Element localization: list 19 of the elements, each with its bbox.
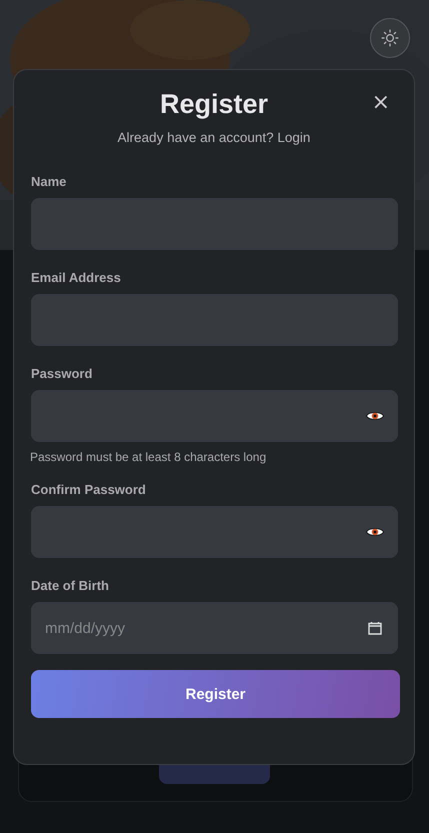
date-placeholder: mm/dd/yyyy — [45, 620, 126, 636]
input-field[interactable] — [31, 198, 398, 250]
input-field[interactable] — [31, 390, 398, 442]
close-button[interactable]: × — [372, 92, 390, 114]
field-label: Confirm Password — [31, 482, 147, 497]
eye-icon[interactable] — [366, 526, 384, 538]
eye-icon[interactable] — [366, 410, 384, 422]
password-hint: Password must be at least 8 characters long — [30, 450, 268, 464]
field-label: Password — [31, 366, 94, 381]
field-label: Name — [31, 174, 68, 189]
dialog-title: Register — [160, 88, 268, 121]
input-field[interactable] — [31, 506, 398, 558]
register-button[interactable]: Register — [31, 670, 400, 718]
field-label: Email Address — [31, 270, 122, 285]
calendar-icon[interactable] — [368, 621, 382, 635]
input-field[interactable] — [31, 294, 398, 346]
login-link[interactable]: Already have an account? Login — [30, 130, 398, 145]
field-label: Date of Birth — [31, 578, 110, 593]
sun-icon — [381, 29, 399, 47]
